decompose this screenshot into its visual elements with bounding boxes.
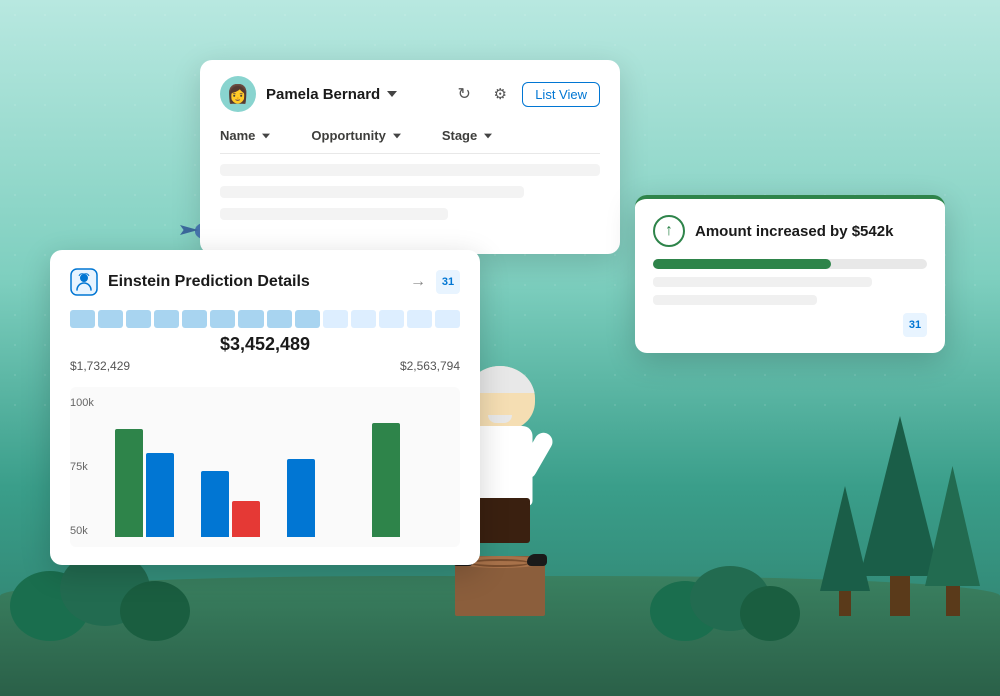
progress-block	[154, 310, 179, 328]
user-name: Pamela Bernard	[266, 86, 397, 103]
progress-block	[238, 310, 263, 328]
table-row-2	[220, 186, 524, 198]
einstein-prediction-card: Einstein Prediction Details → 31 $3,452,…	[50, 250, 480, 565]
einstein-card-header: Einstein Prediction Details → 31	[70, 268, 460, 296]
chart-bars	[115, 397, 450, 537]
bar	[232, 501, 260, 537]
amount-header: ↑ Amount increased by $542k	[653, 215, 927, 247]
bar	[146, 453, 174, 537]
user-dropdown-chevron[interactable]	[387, 91, 397, 97]
column-stage[interactable]: Stage	[442, 128, 493, 143]
progress-block	[407, 310, 432, 328]
progress-block	[379, 310, 404, 328]
progress-block	[210, 310, 235, 328]
chart-y-labels: 100k 75k 50k	[70, 387, 110, 547]
amount-title: Amount increased by $542k	[695, 223, 893, 240]
progress-bar-container	[70, 310, 460, 328]
amount-card: ↑ Amount increased by $542k 31	[635, 195, 945, 353]
bar-group	[287, 459, 365, 537]
amount-bar-row-1	[653, 259, 927, 269]
column-name-chevron	[262, 133, 270, 138]
y-label-75k: 75k	[70, 461, 110, 473]
table-row-1	[220, 164, 600, 176]
table-row-3	[220, 208, 448, 220]
settings-button[interactable]	[486, 80, 514, 108]
tree-small-right	[925, 466, 980, 616]
refresh-button[interactable]	[450, 80, 478, 108]
gear-icon	[493, 85, 506, 103]
amount-placeholder-1	[653, 277, 872, 287]
bar	[372, 423, 400, 537]
card-header: 👩 Pamela Bernard List View	[220, 76, 600, 112]
range-max: $2,563,794	[400, 359, 460, 373]
progress-section: $3,452,489 $1,732,429 $2,563,794	[70, 310, 460, 373]
progress-block	[435, 310, 460, 328]
bar-chart: 100k 75k 50k	[70, 387, 460, 547]
column-stage-chevron	[484, 133, 492, 138]
list-view-button[interactable]: List View	[522, 82, 600, 107]
salesforce-list-card: 👩 Pamela Bernard List View Name Opportun…	[200, 60, 620, 254]
progress-range: $1,732,429 $2,563,794	[70, 359, 460, 373]
avatar: 👩	[220, 76, 256, 112]
refresh-icon	[458, 84, 471, 104]
table-header: Name Opportunity Stage	[220, 128, 600, 154]
range-min: $1,732,429	[70, 359, 130, 373]
einstein-icon	[70, 268, 98, 296]
arrow-right-icon[interactable]: →	[410, 273, 426, 291]
column-name[interactable]: Name	[220, 128, 271, 143]
bar-group	[115, 429, 193, 537]
bar	[115, 429, 143, 537]
progress-block	[323, 310, 348, 328]
bar	[201, 471, 229, 537]
progress-block	[182, 310, 207, 328]
calendar-badge-amount: 31	[903, 313, 927, 337]
card-toolbar: List View	[450, 80, 600, 108]
column-opportunity[interactable]: Opportunity	[311, 128, 401, 143]
progress-block	[70, 310, 95, 328]
progress-value: $3,452,489	[70, 334, 460, 355]
amount-placeholder-2	[653, 295, 817, 305]
calendar-badge-einstein: 31	[436, 270, 460, 294]
user-name-text: Pamela Bernard	[266, 86, 380, 103]
bar	[287, 459, 315, 537]
y-label-100k: 100k	[70, 397, 110, 409]
bar-group	[201, 471, 279, 537]
amount-bar-fill-1	[653, 259, 831, 269]
progress-block	[126, 310, 151, 328]
progress-block	[295, 310, 320, 328]
column-opp-chevron	[393, 133, 401, 138]
progress-block	[267, 310, 292, 328]
progress-block	[98, 310, 123, 328]
progress-block	[351, 310, 376, 328]
avatar-emoji: 👩	[227, 84, 249, 105]
bush-group-right	[640, 561, 820, 641]
y-label-50k: 50k	[70, 525, 110, 537]
einstein-title: Einstein Prediction Details	[108, 273, 400, 291]
up-arrow-icon: ↑	[653, 215, 685, 247]
bar-group	[372, 423, 450, 537]
